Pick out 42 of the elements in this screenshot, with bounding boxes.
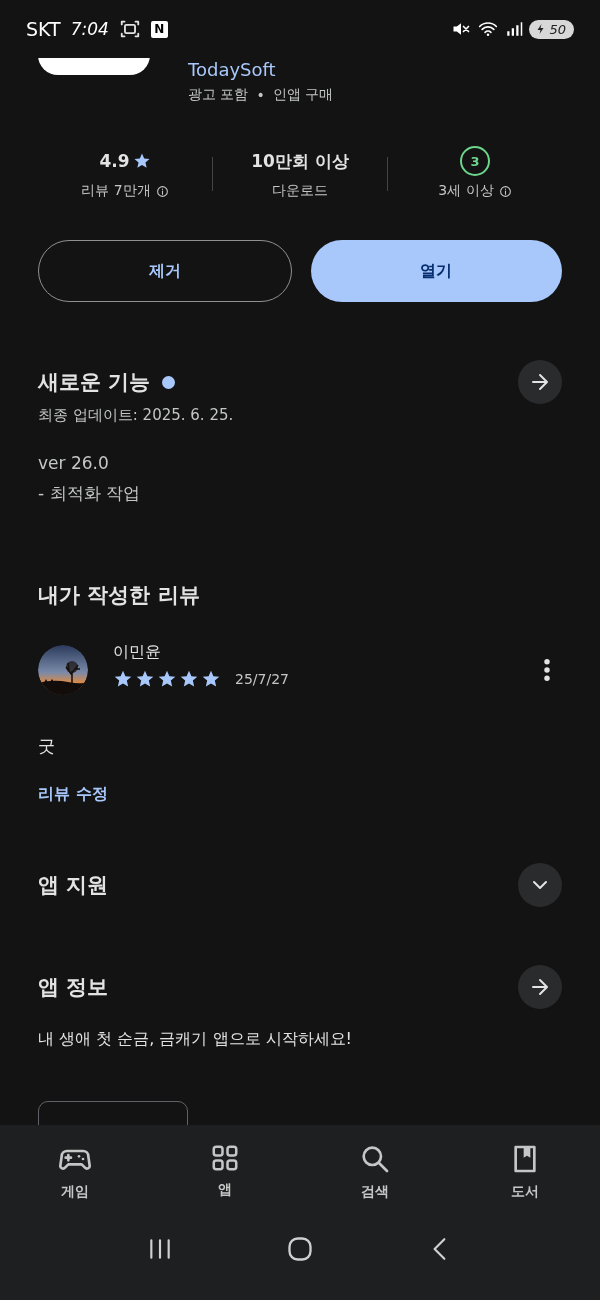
section-title: 내가 작성한 리뷰 [38,582,201,609]
app-description: 내 생애 첫 순금, 금캐기 앱으로 시작하세요! [38,1029,353,1050]
clock: 7:04 [70,19,109,39]
nav-tab[interactable]: 도서 [450,1143,600,1201]
grid-icon [210,1143,240,1173]
reviewer-name: 이민윤 [113,641,162,663]
rating-value: 4.9 [99,151,130,171]
release-note: - 최적화 작업 [38,482,141,505]
app-tag: 광고 포함 [188,86,249,104]
more-options-icon [544,659,550,681]
nav-tab[interactable]: 게임 [0,1143,150,1201]
arrow-button[interactable] [518,965,562,1009]
search-icon [359,1143,391,1175]
release-note: ver 26.0 [38,453,110,473]
home-icon [286,1235,314,1263]
expand-button[interactable] [518,863,562,907]
section-title: 새로운 기능 [38,369,151,396]
nav-tab[interactable]: 앱 [150,1143,300,1201]
carrier-name: SKT [26,18,61,40]
screenshot-icon [118,18,141,40]
wifi-icon [477,19,500,39]
section-title: 앱 정보 [38,974,109,1001]
update-date: 최종 업데이트: 2025. 6. 25. [38,406,235,425]
review-date: 25/7/27 [235,670,289,687]
battery-indicator: 50 [529,19,574,39]
review-text: 굿 [38,735,56,758]
developer-link[interactable]: TodaySoft [188,59,334,80]
edit-review-link[interactable]: 리뷰 수정 [38,784,108,805]
stat-label: 3세 이상 [438,182,494,200]
download-count: 10만회 이상 [251,149,349,173]
stat-label: 다운로드 [272,182,328,200]
stat-label: 리뷰 7만개 [81,182,151,200]
arrow-button[interactable] [518,360,562,404]
star-icon [132,152,151,170]
open-button[interactable]: 열기 [310,240,562,302]
signal-icon [505,19,524,39]
nav-tab[interactable]: 검색 [300,1143,450,1201]
notification-icon: N [150,20,168,38]
bullet-separator: • [256,87,265,103]
age-rating-badge: 3 [460,146,490,176]
section-title: 앱 지원 [38,872,109,899]
app-tag: 인앱 구매 [272,86,334,104]
